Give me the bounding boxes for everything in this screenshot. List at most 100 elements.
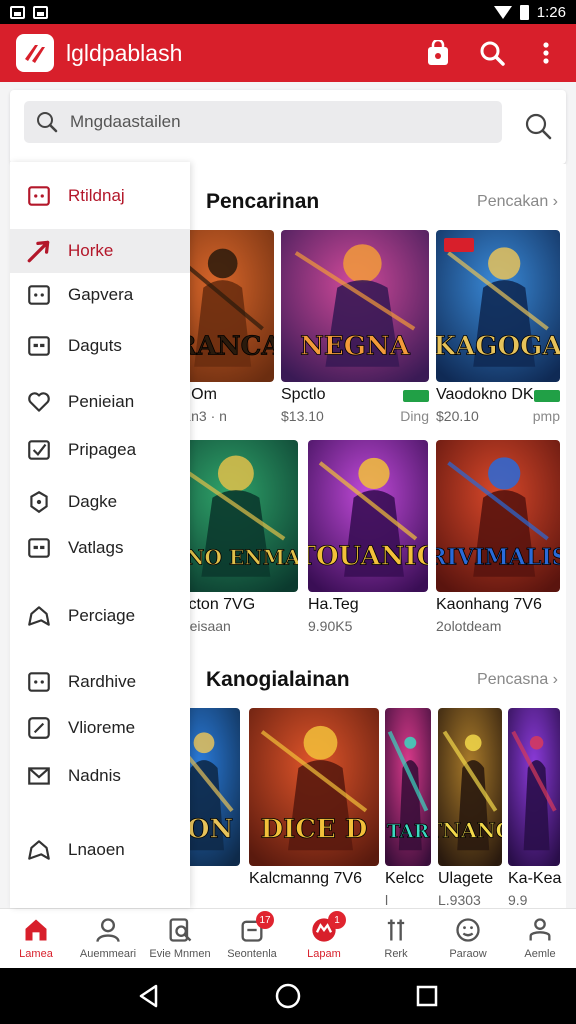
nav-item-evie-mnmen[interactable]: Evie Mnmen — [144, 909, 216, 968]
notification-badge: 1 — [328, 911, 346, 929]
drawer-item-label: Daguts — [68, 336, 122, 355]
flame-icon — [26, 238, 52, 264]
drawer-item-daguts[interactable]: Daguts — [10, 324, 190, 368]
game-cover-image[interactable]: RIVIMALIS — [436, 440, 560, 592]
user-icon — [92, 915, 124, 945]
game-title: Spctlo — [281, 386, 326, 403]
search-card: Mngdaastailen — [10, 90, 566, 164]
game-title: Vaodokno DK — [436, 386, 534, 403]
section-see-all-link[interactable]: Pencasna › — [477, 671, 558, 689]
drawer-item-label: Rtildnaj — [68, 186, 125, 205]
game-cover-image[interactable]: DICE D — [249, 708, 379, 866]
search-icon[interactable] — [478, 39, 506, 67]
section-header: Pencarinan Pencakan › — [206, 190, 558, 214]
game-cover-image[interactable]: TNANG — [438, 708, 502, 866]
svg-text:NEGNA: NEGNA — [300, 332, 411, 362]
game-cover-image[interactable]: TAR — [385, 708, 431, 866]
more-vert-icon[interactable] — [532, 39, 560, 67]
person-icon — [524, 915, 556, 945]
drawer-item-label: Horke — [68, 241, 114, 260]
game-price: $13.10 — [281, 408, 324, 424]
nav-item-label: Lamea — [19, 948, 53, 960]
nav-item-label: Lapam — [307, 948, 341, 960]
drawer-item-gapvera[interactable]: Gapvera — [10, 273, 190, 317]
svg-text:TOUANIO: TOUANIO — [308, 542, 428, 572]
section-see-all-link[interactable]: Pencakan › — [477, 193, 558, 211]
game-title: Kelcc — [385, 870, 425, 887]
receipt-icon — [164, 915, 196, 945]
drawer-item-label: Vatlags — [68, 538, 124, 557]
drawer-item-lnaoen[interactable]: Lnaoen — [10, 828, 190, 872]
box-icon — [26, 333, 52, 359]
tag-icon — [26, 669, 52, 695]
drawer-item-label: Vlioreme — [68, 718, 136, 737]
svg-text:DICE D: DICE D — [261, 815, 368, 845]
section-title: Pencarinan — [206, 190, 320, 213]
game-price: $20.10 — [436, 408, 479, 424]
nav-item-auemmeari[interactable]: Auemmeari — [72, 909, 144, 968]
box-icon — [26, 535, 52, 561]
svg-text:TNANG: TNANG — [438, 819, 502, 843]
drawer-item-label: Rardhive — [68, 672, 137, 691]
game-title: Ka-Kea — [508, 870, 562, 887]
tag-icon — [26, 183, 52, 209]
mail-icon — [26, 763, 52, 789]
section-header: Kanogialainan Pencasna › — [206, 668, 558, 692]
search-placeholder: Mngdaastailen — [70, 112, 181, 131]
game-cover-image[interactable]: KAGOGA — [436, 230, 560, 382]
drawer-item-vatlags[interactable]: Vatlags — [10, 526, 190, 570]
home-icon — [20, 915, 52, 945]
nav-item-label: Evie Mnmen — [149, 948, 211, 960]
drawer-item-penieian[interactable]: Penieian — [10, 380, 190, 424]
drawer-item-label: Perciage — [68, 606, 136, 625]
drawer-item-label: Dagke — [68, 492, 118, 511]
app-bar: lgldpablash — [0, 24, 576, 82]
notification-badge: 17 — [256, 911, 274, 929]
game-caption: Ding — [400, 408, 429, 424]
nav-item-paraow[interactable]: Paraow — [432, 909, 504, 968]
drawer-item-nadnis[interactable]: Nadnis — [10, 754, 190, 798]
navigation-drawer: Rtildnaj Horke Gapvera Daguts Penieian Pripag… — [10, 162, 190, 908]
search-button[interactable] — [524, 112, 552, 140]
drawer-item-pripagea[interactable]: Pripagea — [10, 428, 190, 472]
app-logo[interactable] — [16, 34, 54, 72]
search-input[interactable]: Mngdaastailen — [24, 101, 502, 143]
back-icon[interactable] — [138, 984, 160, 1008]
drawer-item-rtildnaj[interactable]: Rtildnaj — [10, 174, 190, 218]
nav-item-lapam[interactable]: Lapam 1 — [288, 909, 360, 968]
nav-item-label: Auemmeari — [79, 948, 137, 960]
drawer-item-dagke[interactable]: Dagke — [10, 480, 190, 524]
drawer-item-label: Penieian — [68, 392, 135, 411]
system-navigation-bar — [0, 968, 576, 1024]
recents-icon[interactable] — [416, 985, 438, 1007]
game-cover-image[interactable]: NEGNA — [281, 230, 429, 382]
game-price: 2olotdeam — [436, 618, 502, 634]
game-cover-image[interactable]: TOUANIO — [308, 440, 428, 592]
check-box-icon — [26, 437, 52, 463]
nav-item-aemle[interactable]: Aemle — [504, 909, 576, 968]
nav-item-rerk[interactable]: Rerk — [360, 909, 432, 968]
game-price: L.9303 — [438, 892, 481, 908]
game-title: Ulagete — [438, 870, 494, 887]
wifi-icon — [493, 5, 512, 19]
status-bar: 1:26 — [0, 0, 576, 24]
drawer-item-horke[interactable]: Horke — [10, 229, 190, 273]
nav-item-label: Rerk — [384, 948, 408, 960]
image-icon — [33, 5, 48, 19]
nav-item-label: Seontenla — [227, 948, 277, 960]
badge-icon — [26, 489, 52, 515]
svg-text:TAR: TAR — [387, 822, 430, 843]
drawer-item-vlioreme[interactable]: Vlioreme — [10, 706, 190, 750]
game-title: Kaonhang 7V6 — [436, 596, 542, 613]
section-title: Kanogialainan — [206, 668, 350, 691]
bag-icon[interactable] — [424, 39, 452, 67]
nav-item-label: Paraow — [449, 948, 487, 960]
nav-item-seontenla[interactable]: Seontenla 17 — [216, 909, 288, 968]
app-title: lgldpablash — [66, 39, 183, 66]
home-button-icon[interactable] — [275, 983, 301, 1009]
bottom-navigation: Lamea Auemmeari Evie Mnmen Seontenla 17 Lapam… — [0, 908, 576, 968]
drawer-item-perciage[interactable]: Perciage — [10, 594, 190, 638]
nav-item-lamea[interactable]: Lamea — [0, 909, 72, 968]
drawer-item-rardhive[interactable]: Rardhive — [10, 660, 190, 704]
game-cover-image[interactable] — [508, 708, 560, 866]
